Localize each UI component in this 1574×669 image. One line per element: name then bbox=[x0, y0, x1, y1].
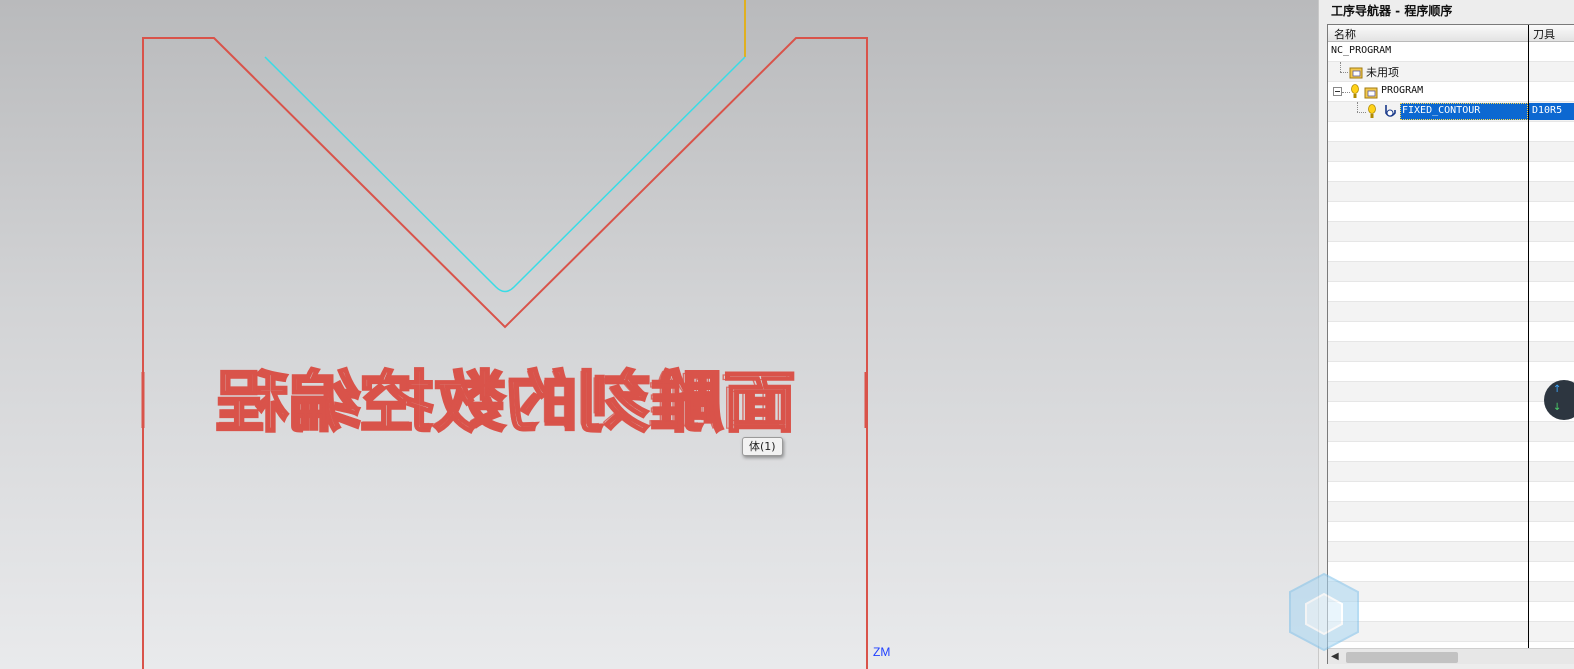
graphics-viewport[interactable]: 面雕刻的数控编程 面雕刻的数控编程 体(1) ZM bbox=[0, 0, 1318, 669]
engraved-text-shadow: 面雕刻的数控编程 bbox=[217, 365, 791, 438]
tree-row-program[interactable]: PROGRAM bbox=[1328, 82, 1574, 102]
arrow-down-icon: ↓ bbox=[1553, 402, 1562, 413]
tree-row-empty bbox=[1328, 502, 1574, 522]
tree-row-empty bbox=[1328, 362, 1574, 382]
tree-header: 名称 刀具 bbox=[1328, 25, 1574, 42]
hover-tooltip: 体(1) bbox=[742, 437, 783, 456]
folder-icon bbox=[1349, 67, 1363, 79]
fixed-contour-operation-icon bbox=[1385, 105, 1396, 117]
tree-row-empty bbox=[1328, 522, 1574, 542]
collapse-icon[interactable] bbox=[1333, 87, 1342, 96]
tree-row-empty bbox=[1328, 342, 1574, 362]
tree-row-empty bbox=[1328, 562, 1574, 582]
arrow-up-icon: ↑ bbox=[1553, 384, 1562, 395]
tree-row-label: NC_PROGRAM bbox=[1331, 45, 1392, 56]
tree-row-empty bbox=[1328, 322, 1574, 342]
tree-row-empty bbox=[1328, 182, 1574, 202]
part-outline bbox=[142, 37, 868, 669]
zm-axis-label: ZM bbox=[873, 645, 891, 659]
tree-row-empty bbox=[1328, 122, 1574, 142]
tool-path bbox=[264, 56, 746, 293]
tree-connector bbox=[1340, 62, 1341, 72]
column-separator[interactable] bbox=[1528, 25, 1529, 650]
tree-row-empty bbox=[1328, 222, 1574, 242]
tree-connector bbox=[1357, 112, 1366, 113]
program-folder-icon bbox=[1364, 87, 1378, 99]
tree-row-empty bbox=[1328, 582, 1574, 602]
tree-row-empty bbox=[1328, 602, 1574, 622]
tree-rows: NC_PROGRAM 未用项 PROGRAM FIXED_CONTOUR D10… bbox=[1328, 42, 1574, 642]
tree-connector bbox=[1342, 92, 1350, 93]
tree-row-empty bbox=[1328, 242, 1574, 262]
tree-connector bbox=[1340, 72, 1348, 73]
tree-row-unused-items[interactable]: 未用项 bbox=[1328, 62, 1574, 82]
tree-row-empty bbox=[1328, 622, 1574, 642]
tree-row-empty bbox=[1328, 482, 1574, 502]
tree-connector bbox=[1357, 102, 1358, 112]
tree-row-empty bbox=[1328, 462, 1574, 482]
navigator-tree[interactable]: 名称 刀具 NC_PROGRAM 未用项 PROGRAM FIXED_CONTO… bbox=[1327, 24, 1574, 664]
scrollbar-thumb[interactable] bbox=[1346, 652, 1458, 663]
tree-row-empty bbox=[1328, 282, 1574, 302]
watermark-logo bbox=[1289, 572, 1359, 652]
status-warning-icon bbox=[1368, 104, 1376, 118]
navigator-title: 工序导航器 - 程序顺序 bbox=[1331, 4, 1453, 18]
tree-row-empty bbox=[1328, 302, 1574, 322]
tree-row-tool: D10R5 bbox=[1532, 105, 1563, 116]
tree-row-empty bbox=[1328, 422, 1574, 442]
tree-row-nc-program[interactable]: NC_PROGRAM bbox=[1328, 42, 1574, 62]
tree-row-label: PROGRAM bbox=[1381, 85, 1424, 96]
column-header-name[interactable]: 名称 bbox=[1334, 26, 1356, 42]
tree-row-empty bbox=[1328, 442, 1574, 462]
tree-row-empty bbox=[1328, 542, 1574, 562]
column-header-tool[interactable]: 刀具 bbox=[1533, 26, 1555, 42]
status-warning-icon bbox=[1351, 84, 1359, 98]
tree-row-empty bbox=[1328, 262, 1574, 282]
engraved-text-group: 面雕刻的数控编程 面雕刻的数控编程 bbox=[215, 363, 798, 443]
tree-row-empty bbox=[1328, 382, 1574, 402]
tree-row-label: FIXED_CONTOUR bbox=[1402, 105, 1481, 116]
tree-row-fixed-contour[interactable]: FIXED_CONTOUR D10R5 bbox=[1328, 102, 1574, 122]
tree-row-empty bbox=[1328, 202, 1574, 222]
tree-row-label: 未用项 bbox=[1366, 66, 1399, 79]
part-view: 面雕刻的数控编程 面雕刻的数控编程 bbox=[141, 0, 868, 669]
scroll-left-icon[interactable]: ◀ bbox=[1331, 651, 1339, 662]
operation-navigator: 工序导航器 - 程序顺序 名称 刀具 NC_PROGRAM 未用项 PROGRA… bbox=[1318, 0, 1574, 669]
tree-row-empty bbox=[1328, 142, 1574, 162]
horizontal-scrollbar[interactable]: ◀ bbox=[1328, 648, 1574, 664]
tree-row-empty bbox=[1328, 402, 1574, 422]
tree-row-empty bbox=[1328, 162, 1574, 182]
